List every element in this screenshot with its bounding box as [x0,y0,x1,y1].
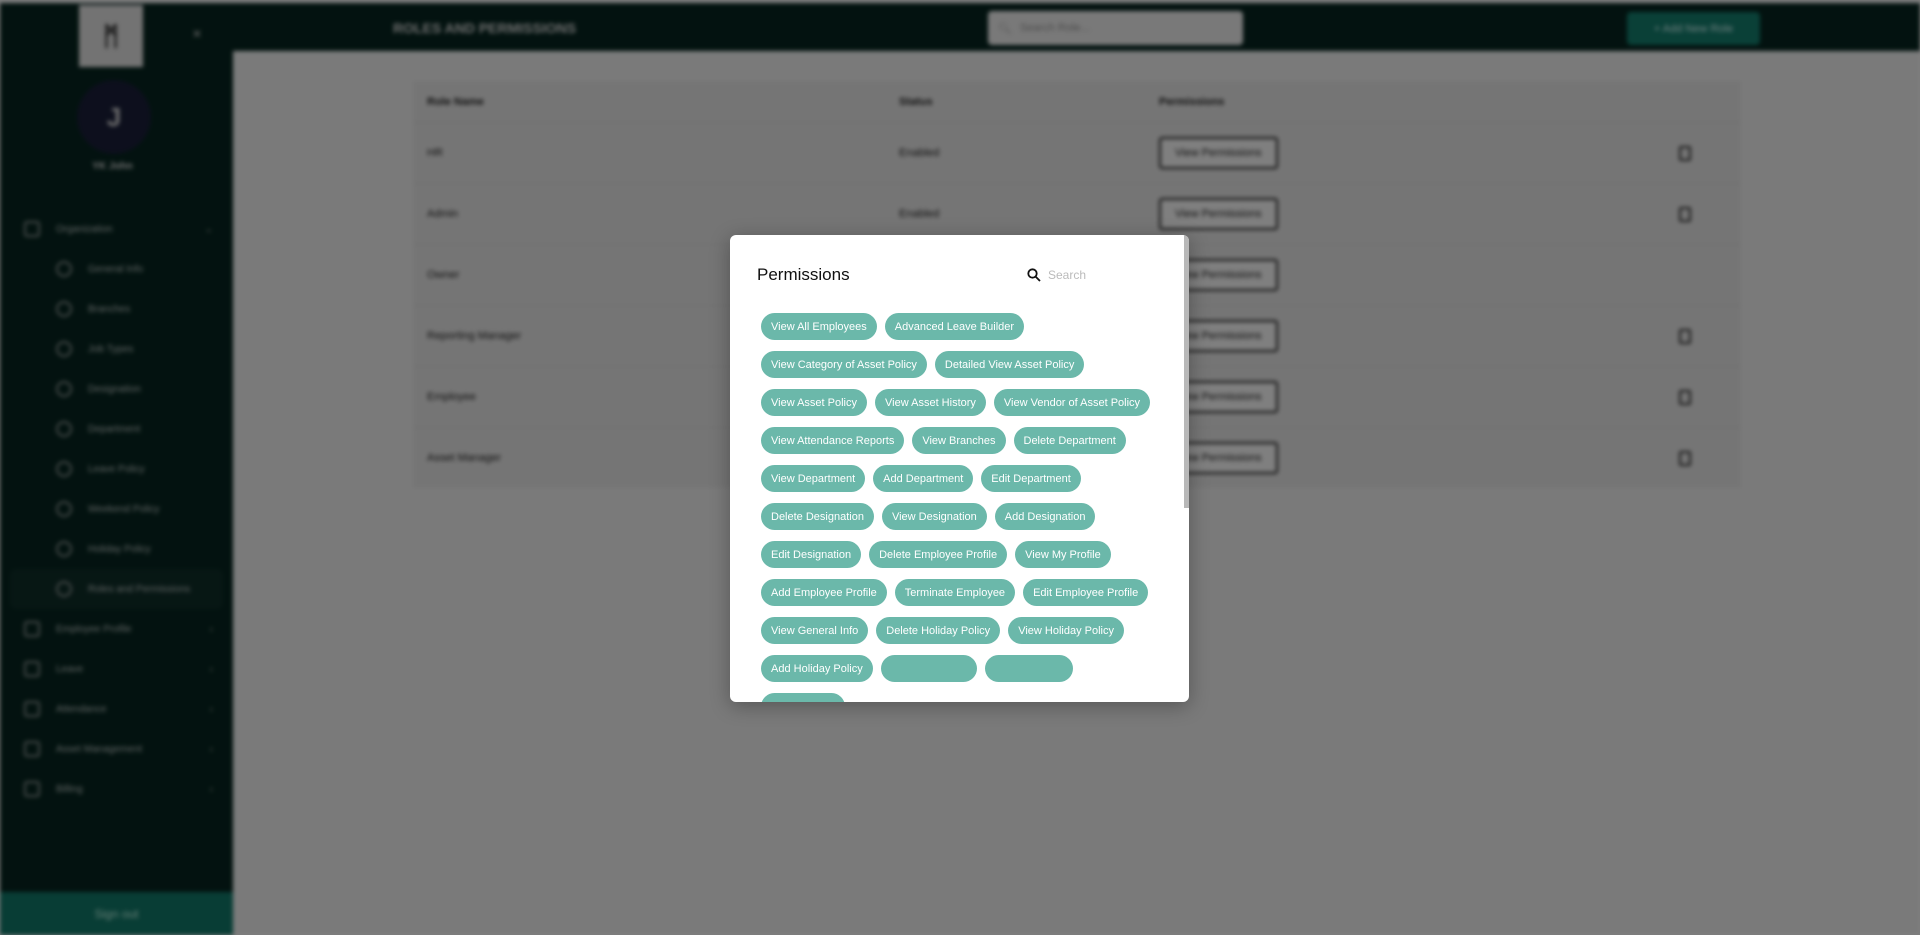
permission-chip[interactable]: View All Employees [761,313,877,340]
modal-title: Permissions [757,265,850,284]
permission-chip[interactable]: Delete Holiday Policy [876,617,1001,644]
permission-chip-partial[interactable] [761,693,845,702]
permission-chip[interactable]: Delete Department [1013,427,1126,454]
permission-chip[interactable]: View Attendance Reports [761,427,905,454]
permission-chip[interactable]: View My Profile [1015,541,1111,568]
permission-chip[interactable]: View General Info [761,617,869,644]
permission-chip[interactable]: View Branches [912,427,1006,454]
permission-chip[interactable]: Add Department [873,465,974,492]
permission-chip[interactable]: Delete Employee Profile [869,541,1008,568]
modal-scrollbar[interactable] [1184,235,1189,508]
permission-chip[interactable]: Edit Designation [761,541,862,568]
permission-chip[interactable]: View Designation [881,503,987,530]
permission-chip[interactable]: View Asset Policy [761,389,868,416]
permission-chip[interactable]: Add Employee Profile [761,579,887,606]
permission-search-input[interactable]: Search [1027,268,1086,282]
permission-chip[interactable]: Terminate Employee [894,579,1016,606]
permission-chip-partial[interactable] [880,655,977,682]
permissions-modal: Permissions Search View All Employees Adv… [730,235,1189,702]
permission-chip[interactable]: Delete Designation [761,503,874,530]
search-icon [1027,268,1041,282]
permission-chip[interactable]: Add Designation [994,503,1096,530]
permission-chip[interactable]: View Asset History [875,389,986,416]
permission-chip[interactable]: View Vendor of Asset Policy [993,389,1151,416]
permission-chips: View All Employees Advanced Leave Builder… [761,313,1161,702]
permission-chip[interactable]: View Department [761,465,866,492]
permission-chip[interactable]: View Holiday Policy [1008,617,1124,644]
permission-chip[interactable]: Add Holiday Policy [761,655,873,682]
search-placeholder: Search [1048,268,1087,282]
permission-chip[interactable]: Advanced Leave Builder [884,313,1025,340]
permission-chip-partial[interactable] [984,655,1073,682]
permission-chip[interactable]: Edit Department [981,465,1081,492]
permission-chip[interactable]: Detailed View Asset Policy [934,351,1085,378]
permission-chip[interactable]: View Category of Asset Policy [761,351,927,378]
permission-chip[interactable]: Edit Employee Profile [1023,579,1149,606]
